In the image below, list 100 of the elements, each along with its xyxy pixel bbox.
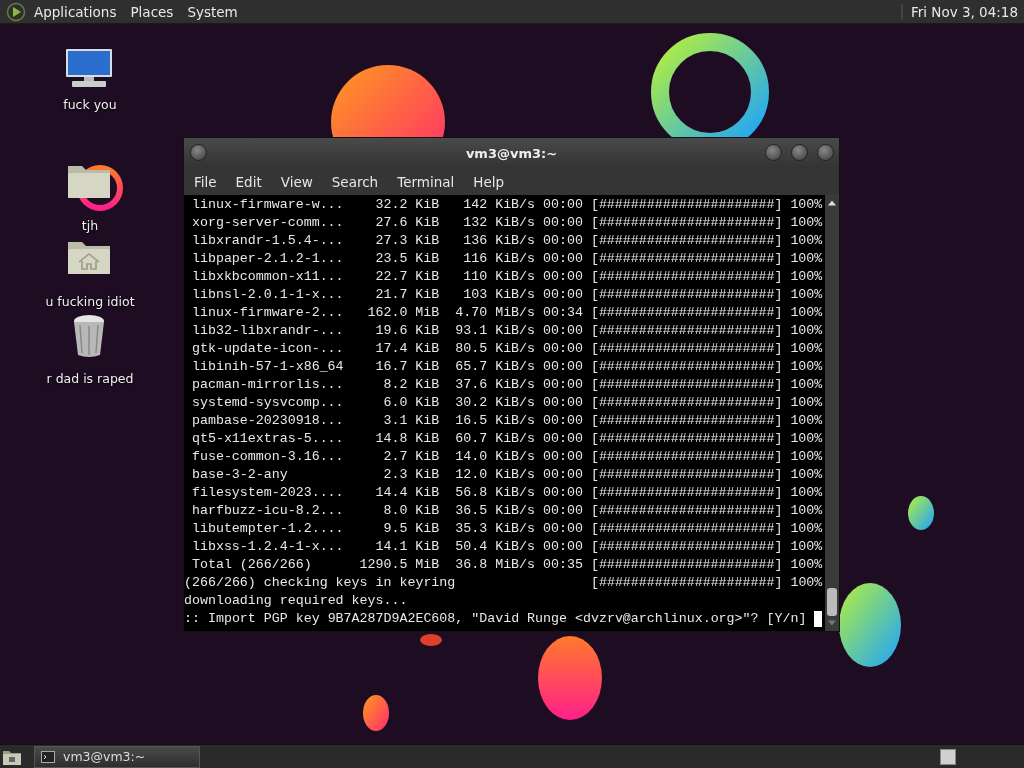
- download-speed: 65.7 KiB/s: [454, 358, 536, 376]
- download-speed: 50.4 KiB/s: [454, 538, 536, 556]
- progress-percent: 100%: [789, 556, 823, 574]
- package-name: pacman-mirrorlis...: [191, 376, 344, 394]
- terminal-icon: [41, 750, 55, 763]
- close-button[interactable]: [817, 144, 834, 161]
- progress-percent: 100%: [789, 304, 823, 322]
- progress-text: [######################]: [590, 250, 783, 268]
- download-time: 00:00: [542, 286, 583, 304]
- progress-percent: 100%: [789, 538, 823, 556]
- desktop-icon-label[interactable]: r dad is raped: [40, 371, 140, 386]
- menu-item[interactable]: Search: [331, 173, 379, 190]
- download-speed: 110 KiB/s: [462, 268, 536, 286]
- progress-percent: 100%: [789, 394, 823, 412]
- minimize-button[interactable]: [765, 144, 782, 161]
- download-speed: 35.3 KiB/s: [454, 520, 536, 538]
- package-name: linux-firmware-2...: [191, 304, 344, 322]
- package-name: qt5-x11extras-5....: [191, 430, 344, 448]
- download-speed: 4.70 MiB/s: [454, 304, 536, 322]
- download-time: 00:00: [542, 340, 583, 358]
- progress-text: [######################]: [590, 412, 783, 430]
- scroll-down-arrow-icon[interactable]: [827, 620, 837, 627]
- progress-text: [######################]: [590, 196, 783, 214]
- progress-percent: 100%: [789, 574, 823, 592]
- package-name: Total (266/266): [191, 556, 313, 574]
- download-time: 00:00: [542, 448, 583, 466]
- progress-percent: 100%: [789, 232, 823, 250]
- progress-text: [######################]: [590, 340, 783, 358]
- download-time: 00:00: [542, 430, 583, 448]
- terminal-line: downloading required keys...: [184, 592, 408, 610]
- progress-text: [######################]: [590, 520, 783, 538]
- download-time: 00:00: [542, 268, 583, 286]
- download-speed: 14.0 KiB/s: [454, 448, 536, 466]
- progress-text: [######################]: [590, 358, 783, 376]
- download-speed: 37.6 KiB/s: [454, 376, 536, 394]
- download-time: 00:00: [542, 466, 583, 484]
- desktop-icon-label[interactable]: u fucking idiot: [40, 294, 140, 309]
- package-name: systemd-sysvcomp...: [191, 394, 344, 412]
- package-name: libpaper-2.1.2-1...: [191, 250, 344, 268]
- package-name: harfbuzz-icu-8.2...: [191, 502, 344, 520]
- computer-icon[interactable]: [64, 48, 114, 88]
- menu-item[interactable]: File: [194, 173, 217, 190]
- desktop-icon-label[interactable]: tjh: [40, 218, 140, 233]
- clock[interactable]: Fri Nov 3, 04:18: [900, 3, 1024, 20]
- package-size: 23.5 KiB: [374, 250, 440, 268]
- workspace-switcher[interactable]: [940, 748, 956, 765]
- package-name: lib32-libxrandr-...: [191, 322, 344, 340]
- package-name: fuse-common-3.16...: [191, 448, 344, 466]
- package-size: 2.3 KiB: [382, 466, 440, 484]
- text-cursor: [814, 611, 823, 627]
- scrollbar[interactable]: [825, 195, 839, 631]
- progress-text: [######################]: [590, 430, 783, 448]
- download-speed: 103 KiB/s: [462, 286, 536, 304]
- download-time: 00:00: [542, 196, 583, 214]
- taskbar-button[interactable]: vm3@vm3:~: [34, 745, 200, 768]
- package-size: 17.4 KiB: [374, 340, 440, 358]
- desktop-icon-label[interactable]: fuck you: [40, 97, 140, 112]
- package-size: 27.3 KiB: [374, 232, 440, 250]
- progress-percent: 100%: [789, 376, 823, 394]
- menu-item[interactable]: Terminal: [397, 173, 455, 190]
- play-logo-icon[interactable]: [6, 1, 26, 22]
- package-size: 1290.5 MiB: [358, 556, 440, 574]
- progress-percent: 100%: [789, 322, 823, 340]
- progress-percent: 100%: [789, 412, 823, 430]
- progress-percent: 100%: [789, 268, 823, 286]
- progress-percent: 100%: [789, 340, 823, 358]
- progress-text: [######################]: [590, 268, 783, 286]
- scroll-up-arrow-icon[interactable]: [827, 199, 837, 206]
- package-name: libnsl-2.0.1-1-x...: [191, 286, 344, 304]
- menu-item[interactable]: View: [280, 173, 313, 190]
- package-size: 8.0 KiB: [382, 502, 440, 520]
- download-time: 00:00: [542, 538, 583, 556]
- prompt-line: :: Import PGP key 9B7A287D9A2EC608, "David Runge <dvzrv@archlinux.org>"? [Y/n]: [184, 610, 807, 628]
- package-size: 3.1 KiB: [382, 412, 440, 430]
- download-time: 00:00: [542, 376, 583, 394]
- menu-item[interactable]: Edit: [235, 173, 262, 190]
- menu-item[interactable]: Help: [473, 173, 505, 190]
- panel-menu[interactable]: Places: [130, 3, 174, 20]
- package-size: 16.7 KiB: [374, 358, 440, 376]
- download-speed: 60.7 KiB/s: [454, 430, 536, 448]
- package-name: base-3-2-any: [191, 466, 289, 484]
- package-size: 22.7 KiB: [374, 268, 440, 286]
- package-size: 32.2 KiB: [374, 196, 440, 214]
- panel-menu[interactable]: System: [187, 3, 238, 20]
- scroll-thumb[interactable]: [827, 588, 837, 616]
- window-menu-button[interactable]: [190, 144, 207, 161]
- progress-text: [######################]: [590, 502, 783, 520]
- progress-percent: 100%: [789, 358, 823, 376]
- package-size: 8.2 KiB: [382, 376, 440, 394]
- progress-text: [######################]: [590, 574, 783, 592]
- package-name: xorg-server-comm...: [191, 214, 344, 232]
- download-time: 00:00: [542, 358, 583, 376]
- download-speed: 16.5 KiB/s: [454, 412, 536, 430]
- package-size: 2.7 KiB: [382, 448, 440, 466]
- progress-percent: 100%: [789, 448, 823, 466]
- download-time: 00:00: [542, 250, 583, 268]
- maximize-button[interactable]: [791, 144, 808, 161]
- download-time: 00:00: [542, 322, 583, 340]
- panel-menu[interactable]: Applications: [34, 3, 117, 20]
- package-name: libxkbcommon-x11...: [191, 268, 344, 286]
